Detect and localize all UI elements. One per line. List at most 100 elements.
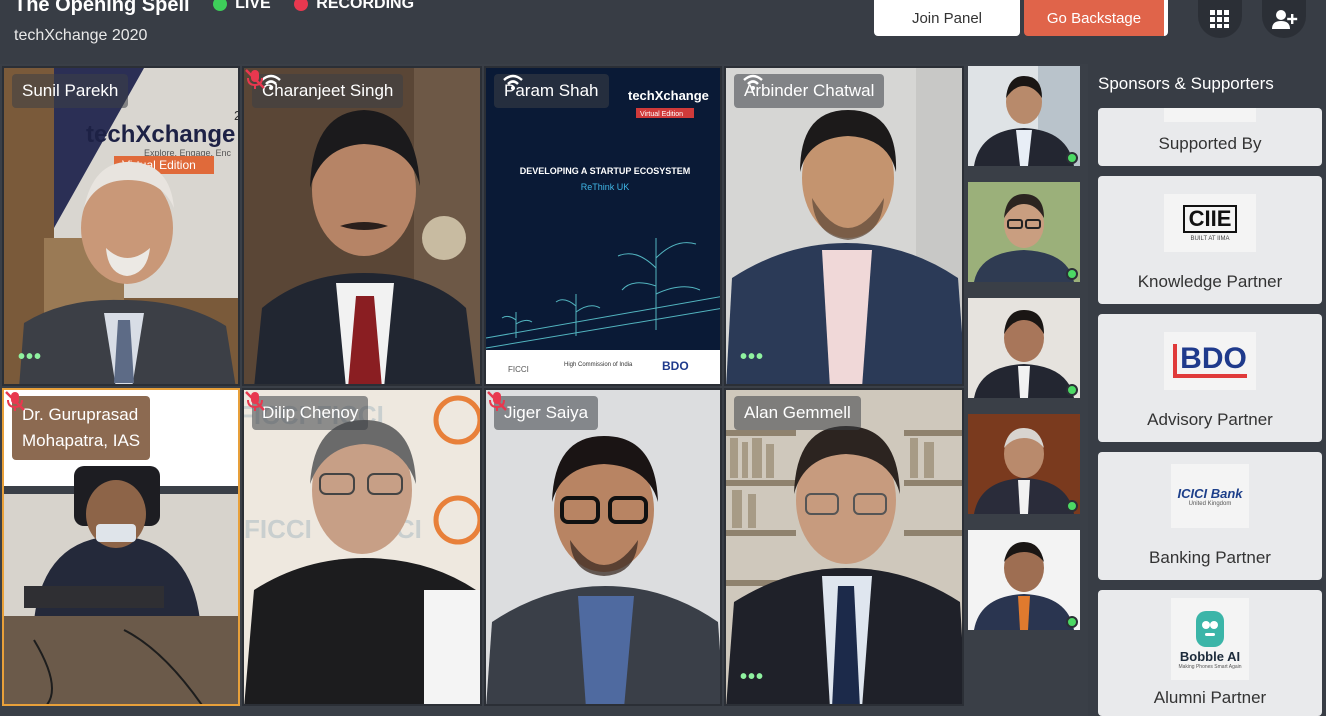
bdo-logo-text: BDO — [1173, 344, 1247, 378]
slide-logo-hci: High Commission of India — [564, 362, 633, 368]
ciie-logo-sub: BUILT AT IIMA — [1190, 235, 1230, 242]
icici-logo: ICICI Bank United Kingdom — [1171, 464, 1249, 528]
video-feed: techXchange 2020 Explore. Engage. Enc Vi… — [4, 68, 240, 384]
wifi-icon — [743, 74, 763, 90]
slide-brand: techXchange — [628, 88, 709, 103]
grid-view-button[interactable] — [1198, 0, 1242, 38]
participant-name-tag: Param Shah — [494, 74, 609, 108]
backdrop-brand: techXchange — [86, 121, 235, 148]
slide-logo-bdo: BDO — [662, 359, 689, 373]
attendee-thumbnail[interactable] — [968, 66, 1080, 166]
sponsor-card-banking-partner[interactable]: ICICI Bank United Kingdom Banking Partne… — [1098, 452, 1322, 580]
icici-logo-sub: United Kingdom — [1188, 500, 1232, 507]
video-feed — [726, 68, 962, 384]
attendee-video — [968, 414, 1080, 514]
backdrop-ficci-3: FICCI — [244, 514, 312, 544]
slide-edition: Virtual Edition — [640, 111, 683, 118]
video-feed — [244, 68, 480, 384]
ciie-logo-text: CIIE — [1182, 204, 1238, 233]
bobble-logo-text: Bobble AI — [1179, 648, 1241, 664]
attendee-video — [968, 66, 1080, 166]
participant-name: Jiger Saiya — [504, 403, 589, 422]
participant-name-tag: Dilip Chenoy — [252, 396, 369, 430]
bobble-mascot-icon — [1196, 610, 1224, 647]
mic-muted-icon — [5, 391, 25, 411]
video-tile-arbinder-chatwal[interactable]: Arbinder Chatwal ••• — [724, 66, 964, 386]
sponsor-label: Advisory Partner — [1147, 410, 1273, 429]
video-tile-guruprasad-mohapatra[interactable]: Dr. Guruprasad Mohapatra, IAS — [2, 388, 240, 706]
attendee-thumbnail[interactable] — [968, 182, 1080, 282]
video-feed — [486, 390, 720, 704]
participant-name: Dilip Chenoy — [262, 403, 359, 422]
recording-label: RECORDING — [316, 0, 415, 12]
participant-name-tag: Alan Gemmell — [734, 396, 861, 430]
session-title: The Opening Spell LIVE RECORDING — [14, 0, 414, 17]
participant-name-tag: Jiger Saiya — [494, 396, 599, 430]
speaking-indicator-icon: ••• — [18, 346, 43, 368]
mic-muted-icon — [487, 391, 507, 411]
ciie-logo: CIIE BUILT AT IIMA — [1164, 194, 1256, 252]
slide-heading: DEVELOPING A STARTUP ECOSYSTEM — [520, 166, 691, 176]
attendee-thumbnail[interactable] — [968, 530, 1080, 630]
video-feed — [726, 390, 962, 704]
bobble-logo-sub: Making Phones Smart Again — [1178, 663, 1242, 670]
participant-name-tag: Dr. Guruprasad Mohapatra, IAS — [12, 396, 151, 460]
session-title-text: The Opening Spell — [14, 0, 190, 16]
speaking-indicator-icon: ••• — [740, 346, 765, 368]
bobble-logo: Bobble AI Making Phones Smart Again — [1171, 598, 1249, 680]
live-label: LIVE — [235, 0, 271, 12]
participant-name-tag: Sunil Parekh — [12, 74, 129, 108]
mic-muted-icon — [245, 391, 265, 411]
sponsor-card-alumni-partner[interactable]: Bobble AI Making Phones Smart Again Alum… — [1098, 590, 1322, 716]
sponsor-card-supported-by[interactable]: Supported By — [1098, 108, 1322, 166]
video-tile-jiger-saiya[interactable]: Jiger Saiya — [484, 388, 722, 706]
invite-button[interactable] — [1262, 0, 1306, 38]
attendee-video — [968, 298, 1080, 398]
sponsor-card-knowledge-partner[interactable]: CIIE BUILT AT IIMA Knowledge Partner — [1098, 176, 1322, 304]
top-bar: The Opening Spell LIVE RECORDING techXch… — [0, 0, 1326, 64]
live-indicator: LIVE — [213, 0, 271, 13]
video-tile-param-shah[interactable]: techXchange Virtual Edition DEVELOPING A… — [484, 66, 722, 386]
video-feed: FICCI FICCI FICCI FICCI — [244, 390, 480, 704]
bdo-logo: BDO — [1164, 332, 1256, 390]
video-tile-alan-gemmell[interactable]: Alan Gemmell ••• — [724, 388, 964, 706]
join-panel-button[interactable]: Join Panel — [874, 0, 1020, 36]
participant-name-line2: Mohapatra, IAS — [22, 431, 141, 450]
slide-logo-ficci: FICCI — [508, 365, 529, 374]
slide-subheading: ReThink UK — [581, 182, 630, 192]
sponsors-panel: Sponsors & Supporters Supported By CIIE … — [1088, 64, 1326, 716]
recording-indicator: RECORDING — [294, 0, 414, 13]
online-status-icon — [1066, 152, 1078, 164]
video-tile-dilip-chenoy[interactable]: FICCI FICCI FICCI FICCI Dilip Chenoy — [242, 388, 482, 706]
online-status-icon — [1066, 268, 1078, 280]
go-backstage-button[interactable]: Go Backstage — [1024, 0, 1168, 36]
wifi-icon — [503, 74, 523, 90]
online-status-icon — [1066, 616, 1078, 628]
attendee-video — [968, 182, 1080, 282]
add-person-icon — [1272, 10, 1298, 29]
video-tile-charanjeet-singh[interactable]: Charanjeet Singh — [242, 66, 482, 386]
sponsor-label: Alumni Partner — [1153, 688, 1267, 707]
sponsors-heading: Sponsors & Supporters — [1098, 74, 1274, 93]
online-status-icon — [1066, 384, 1078, 396]
mic-muted-icon — [245, 69, 265, 89]
grid-icon — [1210, 10, 1229, 28]
sponsor-label: Knowledge Partner — [1137, 272, 1283, 291]
participant-name: Sunil Parekh — [22, 81, 119, 100]
speaking-indicator-icon: ••• — [740, 666, 765, 688]
icici-logo-text: ICICI Bank — [1177, 485, 1243, 501]
online-status-icon — [1066, 500, 1078, 512]
presentation-slide: techXchange Virtual Edition DEVELOPING A… — [486, 68, 720, 384]
attendee-thumbnail[interactable] — [968, 414, 1080, 514]
sponsor-label: Banking Partner — [1149, 548, 1271, 567]
sponsor-logo — [1164, 108, 1256, 122]
record-dot-icon — [294, 0, 309, 11]
attendee-thumbnail[interactable] — [968, 298, 1080, 398]
backdrop-year: 2020 — [234, 108, 240, 123]
sponsor-label: Supported By — [1158, 134, 1262, 153]
event-name: techXchange 2020 — [14, 27, 148, 44]
video-tile-sunil-parekh[interactable]: techXchange 2020 Explore. Engage. Enc Vi… — [2, 66, 240, 386]
participant-name: Alan Gemmell — [744, 403, 851, 422]
participant-name-tag: Arbinder Chatwal — [734, 74, 885, 108]
sponsor-card-advisory-partner[interactable]: BDO Advisory Partner — [1098, 314, 1322, 442]
